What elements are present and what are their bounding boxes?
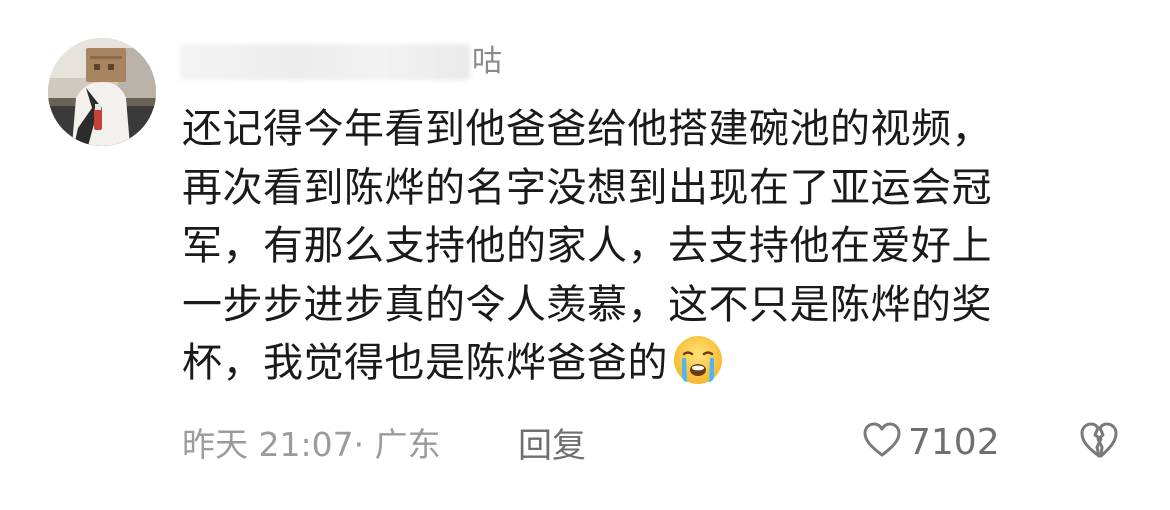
comment-location: · 广东 xyxy=(353,425,441,464)
reply-button[interactable]: 回复 xyxy=(518,418,586,466)
comment-text: 还记得今年看到他爸爸给他搭建碗池的视频， 再次看到陈烨的名字没想到出现在了亚运会… xyxy=(182,100,1102,393)
comment-line-last: 杯，我觉得也是陈烨爸爸的 xyxy=(182,334,1102,393)
avatar[interactable] xyxy=(48,38,156,146)
comment-line: 军，有那么支持他的家人，去支持他在爱好上 xyxy=(182,223,992,269)
comment-line: 一步步进步真的令人羡慕，这不只是陈烨的奖 xyxy=(182,281,992,328)
comment-item: 咕 还记得今年看到他爸爸给他搭建碗池的视频， 再次看到陈烨的名字没想到出现在了亚… xyxy=(0,0,1170,510)
comment-line: 再次看到陈烨的名字没想到出现在了亚运会冠 xyxy=(182,164,992,211)
reply-label: 回复 xyxy=(518,425,586,466)
avatar-image xyxy=(48,38,156,146)
crying-face-emoji-icon xyxy=(672,334,724,386)
like-count: 7102 xyxy=(908,421,1000,463)
broken-heart-icon xyxy=(1078,420,1120,464)
username-suffix: 咕 xyxy=(472,44,502,79)
comment-time: 昨天 21:07 xyxy=(182,425,354,464)
comment-meta: 昨天 21:07 · 广东 xyxy=(182,418,441,466)
heart-outline-icon xyxy=(862,421,902,463)
username[interactable]: 咕 xyxy=(180,40,502,84)
dislike-button[interactable] xyxy=(1078,420,1120,464)
username-redacted xyxy=(180,44,470,80)
comment-line: 还记得今年看到他爸爸给他搭建碗池的视频， xyxy=(182,106,992,152)
comment-line: 杯，我觉得也是陈烨爸爸的 xyxy=(182,340,668,386)
like-button[interactable]: 7102 xyxy=(862,418,1000,466)
